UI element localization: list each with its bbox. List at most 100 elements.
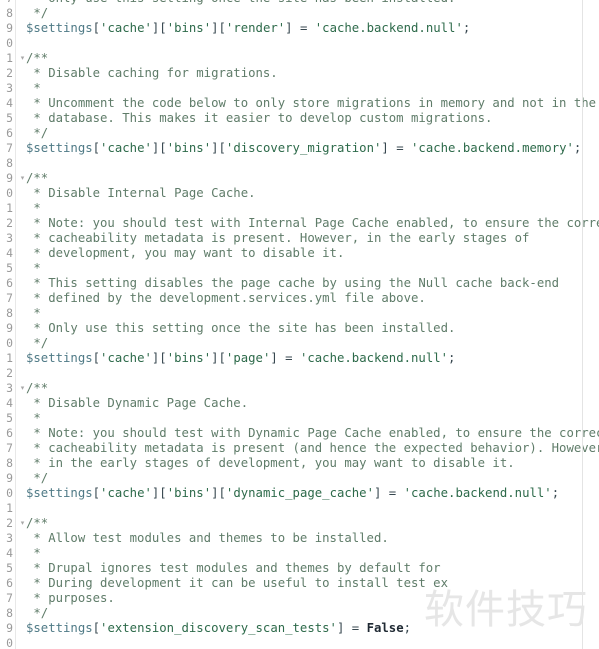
code-line[interactable]: 5 * database. This makes it easier to de…: [0, 111, 599, 126]
code-token: [: [218, 141, 226, 155]
line-number: 7: [6, 591, 13, 605]
code-line[interactable]: 3 ▾/**: [0, 381, 599, 396]
line-number: 2: [6, 66, 13, 80]
code-token: * Disable Internal Page Cache.: [26, 186, 256, 200]
code-line[interactable]: 0: [0, 36, 599, 51]
code-line[interactable]: 1 ▾/**: [0, 51, 599, 66]
code-line[interactable]: 8: [0, 156, 599, 171]
code-token: =: [277, 351, 300, 365]
line-number: 4: [6, 246, 13, 260]
code-line-text: $settings['cache']['bins']['page'] = 'ca…: [26, 351, 455, 366]
code-token: [: [159, 21, 167, 35]
code-line[interactable]: 6 * This setting disables the page cache…: [0, 276, 599, 291]
code-line[interactable]: 7 * defined by the development.services.…: [0, 291, 599, 306]
code-token: =: [388, 141, 412, 155]
code-line[interactable]: 4 * development, you may want to disable…: [0, 246, 599, 261]
code-line-text: /**: [26, 171, 48, 186]
code-line[interactable]: 7 $settings['cache']['bins']['discovery_m…: [0, 141, 599, 156]
code-line[interactable]: 2 * Disable caching for migrations.: [0, 66, 599, 81]
code-line[interactable]: 2 ▾/**: [0, 516, 599, 531]
code-line[interactable]: 4 *: [0, 546, 599, 561]
code-line-text: * cacheability metadata is present (and …: [26, 441, 599, 456]
code-line[interactable]: 7 * cacheability metadata is present (an…: [0, 441, 599, 456]
code-token: 'cache.backend.null': [299, 351, 449, 365]
code-line-text: * purposes.: [26, 591, 115, 606]
code-token: 'discovery_migration': [225, 141, 382, 155]
code-token: ;: [551, 486, 560, 500]
line-number: 8: [6, 606, 13, 620]
code-line[interactable]: 0 $settings['cache']['bins']['dynamic_pag…: [0, 486, 599, 501]
code-token: ]: [211, 141, 219, 155]
code-token: 'cache.backend.memory': [411, 141, 574, 155]
code-line-text: * Disable caching for migrations.: [26, 66, 277, 81]
code-token: 'render': [225, 21, 286, 35]
code-editor[interactable]: 7 * Only use this setting once the site …: [0, 0, 599, 649]
line-number: 6: [6, 576, 13, 590]
code-line-text: *: [26, 546, 41, 561]
code-line[interactable]: 5 * Drupal ignores test modules and them…: [0, 561, 599, 576]
code-token: ]: [211, 486, 219, 500]
code-token: 'cache': [100, 486, 152, 500]
code-line[interactable]: 8 */: [0, 6, 599, 21]
code-line[interactable]: 4 * Uncomment the code below to only sto…: [0, 96, 599, 111]
code-line[interactable]: 3 * cacheability metadata is present. Ho…: [0, 231, 599, 246]
code-line[interactable]: 6 */: [0, 126, 599, 141]
code-line[interactable]: 2 * Note: you should test with Internal …: [0, 216, 599, 231]
code-token: =: [381, 486, 404, 500]
line-number: 8: [6, 6, 13, 20]
code-token: * defined by the development.services.ym…: [26, 291, 426, 305]
line-number: 7: [6, 141, 13, 155]
code-line[interactable]: 9 $settings['cache']['bins']['render'] = …: [0, 21, 599, 36]
line-number: 7: [6, 441, 13, 455]
code-token: ;: [462, 21, 471, 35]
code-line[interactable]: 3 *: [0, 81, 599, 96]
code-line[interactable]: 1: [0, 501, 599, 516]
code-line[interactable]: 0 */: [0, 336, 599, 351]
line-number: 2: [6, 366, 13, 380]
code-token: * Disable Dynamic Page Cache.: [26, 396, 249, 410]
code-surface[interactable]: 7 * Only use this setting once the site …: [0, 0, 599, 649]
code-line[interactable]: 4 * Disable Dynamic Page Cache.: [0, 396, 599, 411]
code-token: 'cache': [100, 141, 152, 155]
code-line[interactable]: 5 *: [0, 261, 599, 276]
code-token: * development, you may want to disable i…: [26, 246, 345, 260]
code-token: * in the early stages of development, yo…: [26, 456, 515, 470]
code-token: 'bins': [166, 351, 212, 365]
code-token: ;: [448, 351, 456, 365]
line-number: 1: [6, 351, 13, 365]
line-number: 8: [6, 156, 13, 170]
code-line[interactable]: 3 * Allow test modules and themes to be …: [0, 531, 599, 546]
code-line[interactable]: 2: [0, 366, 599, 381]
code-line[interactable]: 0 * Disable Internal Page Cache.: [0, 186, 599, 201]
code-token: * cacheability metadata is present. Howe…: [26, 231, 530, 245]
code-line-text: *: [26, 201, 40, 216]
line-number: 2: [6, 516, 13, 530]
code-line[interactable]: 9 * Only use this setting once the site …: [0, 321, 599, 336]
code-line[interactable]: 1 $settings['cache']['bins']['page'] = 'c…: [0, 351, 599, 366]
code-line[interactable]: 8 * in the early stages of development, …: [0, 456, 599, 471]
code-token: * purposes.: [26, 591, 115, 605]
line-number: 7: [6, 291, 13, 305]
code-token: False: [366, 621, 404, 635]
line-number: 9: [6, 171, 13, 185]
code-line-text: /**: [26, 51, 48, 66]
code-line[interactable]: 9 ▾/**: [0, 171, 599, 186]
code-token: ]: [381, 141, 389, 155]
code-line-text: */: [26, 336, 48, 351]
code-token: [: [92, 351, 101, 365]
code-line-text: * Uncomment the code below to only store…: [26, 96, 596, 111]
code-line[interactable]: 1 *: [0, 201, 599, 216]
code-token: *: [26, 546, 41, 560]
code-token: * Only use this setting once the site ha…: [26, 321, 456, 335]
code-token: * Allow test modules and themes to be in…: [26, 531, 389, 545]
line-number: 5: [6, 561, 13, 575]
line-number: 9: [6, 621, 13, 635]
line-number: 3: [6, 231, 13, 245]
code-line-text: */: [26, 606, 48, 621]
code-line[interactable]: 0: [0, 636, 599, 649]
code-line[interactable]: 9 */: [0, 471, 599, 486]
code-line[interactable]: 5 *: [0, 411, 599, 426]
code-line[interactable]: 8 *: [0, 306, 599, 321]
line-number: 1: [6, 51, 13, 65]
code-line[interactable]: 6 * Note: you should test with Dynamic P…: [0, 426, 599, 441]
